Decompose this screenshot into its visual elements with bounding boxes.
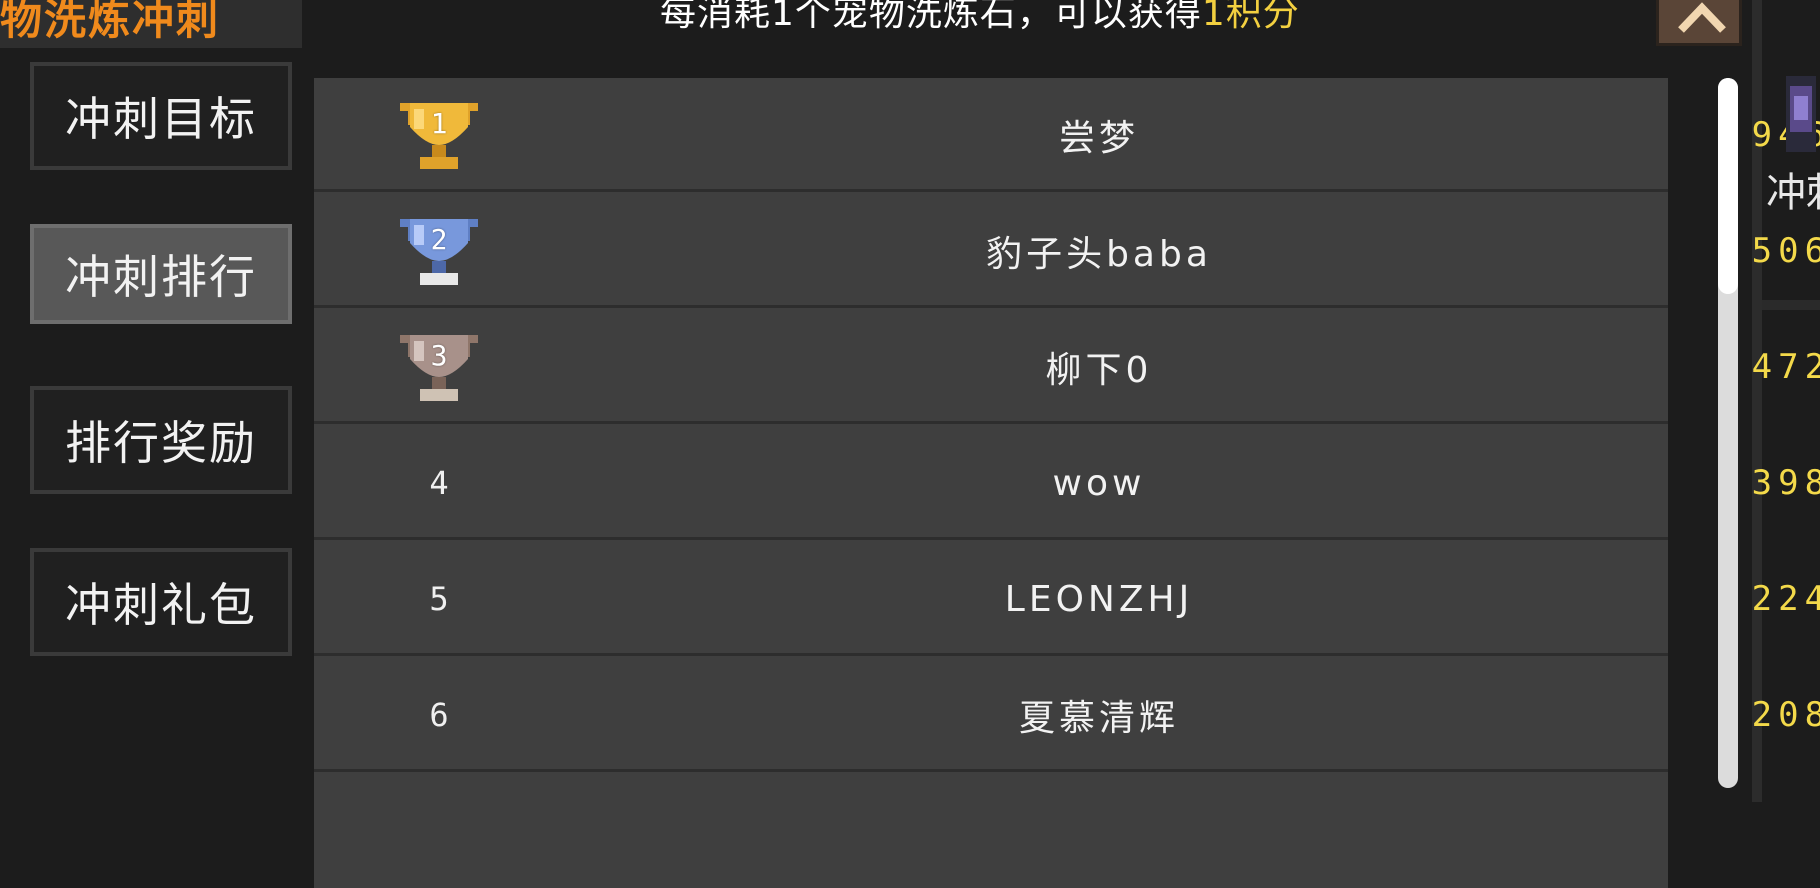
gold-trophy-icon: 1 [392, 97, 486, 173]
player-score: 47200 [1751, 347, 1820, 387]
player-score: 20800 [1751, 695, 1820, 735]
panel-title-tab: 物洗炼冲刺 [0, 0, 302, 48]
ranking-row: 2 豹子头baba 50600 [314, 194, 1820, 308]
right-panel-peek[interactable]: 冲刺 [1766, 76, 1820, 226]
player-name: 柳下0 [1045, 350, 1153, 391]
header-note-text: 每消耗1个宠物洗炼石，可以获得 [660, 0, 1202, 34]
player-name: 尝梦 [1058, 118, 1139, 159]
tab-label: 冲刺目标 [65, 92, 257, 146]
rank-cell: 1 [384, 78, 494, 192]
header-note: 每消耗1个宠物洗炼石，可以获得1积分 [660, 0, 1300, 36]
tab-sprint-ranking[interactable]: 冲刺排行 [30, 224, 292, 324]
player-name: LEONZHJ [1004, 578, 1194, 620]
bronze-trophy-icon: 3 [392, 329, 486, 405]
tab-label: 排行奖励 [65, 416, 257, 470]
ranking-row: 3 柳下0 47200 [314, 310, 1820, 424]
player-name: 豹子头baba [986, 234, 1212, 275]
right-divider [1762, 300, 1820, 310]
ranking-row: 1 尝梦 94600 [314, 78, 1820, 192]
rank-number: 5 [429, 580, 449, 618]
tab-label: 冲刺排行 [65, 250, 257, 304]
player-score: 39800 [1751, 463, 1820, 503]
rank-number: 2 [430, 223, 448, 256]
item-icon [1786, 76, 1816, 152]
silver-trophy-icon: 2 [392, 213, 486, 289]
ranking-row: 4 wow 39800 [314, 426, 1820, 540]
scrollbar[interactable] [1718, 78, 1738, 788]
chevron-up-icon [1678, 2, 1726, 33]
rank-number: 4 [429, 464, 449, 502]
player-name: 夏慕清辉 [1018, 698, 1179, 739]
ranking-row: 6 夏慕清辉 20800 [314, 658, 1820, 772]
collapse-button[interactable] [1656, 0, 1742, 46]
panel-title: 物洗炼冲刺 [0, 0, 221, 44]
tab-sprint-gift-pack[interactable]: 冲刺礼包 [30, 548, 292, 656]
rank-cell: 2 [384, 194, 494, 308]
scrollbar-thumb[interactable] [1718, 78, 1738, 294]
ranking-row: 5 LEONZHJ 22400 [314, 542, 1820, 656]
right-panel-label: 冲刺 [1766, 170, 1820, 216]
rank-cell: 3 [384, 310, 494, 424]
player-name: wow [1052, 462, 1146, 504]
rank-number: 3 [430, 339, 448, 372]
player-score: 22400 [1751, 579, 1820, 619]
tab-ranking-rewards[interactable]: 排行奖励 [30, 386, 292, 494]
rank-number: 6 [429, 696, 449, 734]
header-note-highlight: 1积分 [1201, 0, 1300, 34]
tab-label: 冲刺礼包 [65, 578, 257, 632]
rank-number: 1 [430, 107, 448, 140]
ranking-list[interactable]: 1 尝梦 94600 2 豹子头baba 50600 [314, 78, 1820, 888]
tab-sprint-goal[interactable]: 冲刺目标 [30, 62, 292, 170]
ranking-row-partial [314, 774, 1668, 888]
